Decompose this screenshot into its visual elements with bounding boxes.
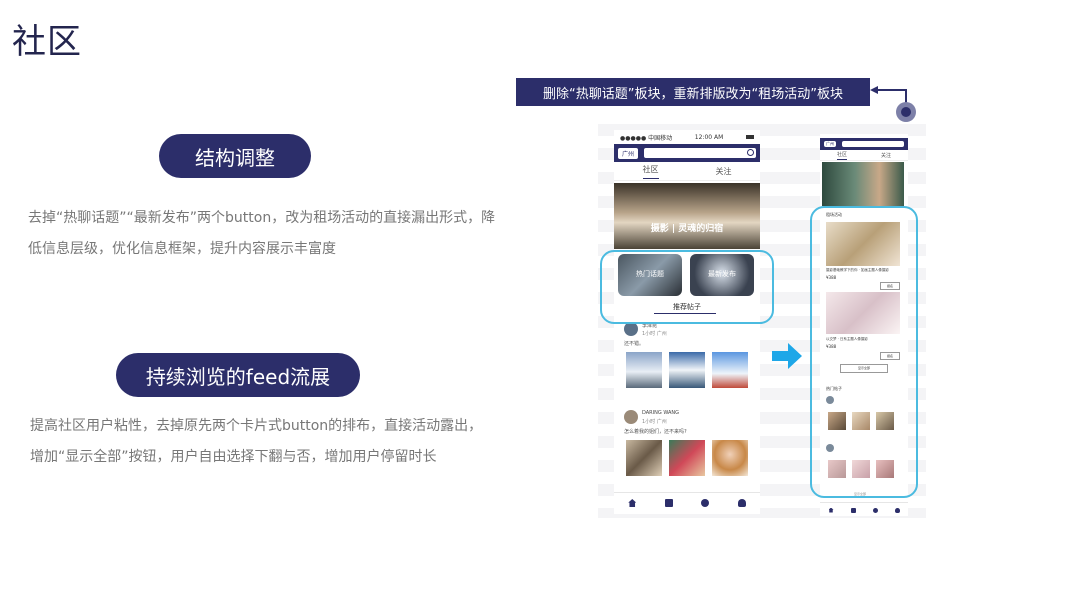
post-image[interactable] [712,440,748,476]
tab-community[interactable]: 社区 [642,164,659,179]
post-image[interactable] [669,352,705,388]
post-image[interactable] [712,352,748,388]
post-meta: 1小时 广州 [642,331,667,337]
arrow-right-icon [772,343,802,369]
chat-icon[interactable] [701,499,710,507]
carrier-label: ●●●●● 中国移动 [620,134,673,142]
tab-community[interactable]: 社区 [836,151,847,160]
tab-follow[interactable]: 关注 [716,166,732,177]
section1-pill: 结构调整 [159,134,311,178]
status-bar: ●●●●● 中国移动 12:00 AM [614,130,760,144]
post-image[interactable] [626,440,662,476]
hero-banner[interactable] [822,162,904,206]
search-bar: 广州 [820,138,908,150]
post-image[interactable] [669,440,705,476]
chat-icon[interactable] [872,507,878,513]
callout-banner: 删除“热聊话题”板块，重新排版改为“租场活动”板块 [516,78,870,106]
section2-desc-line1: 提高社区用户粘性，去掉原先两个卡片式button的排布，直接活动露出， [30,418,483,434]
page-title: 社区 [12,22,82,62]
search-bar: 广州 [614,144,760,162]
tab-follow[interactable]: 关注 [881,152,891,159]
bottom-nav [614,492,760,513]
post-text: 怎么着我的姐们，还不来吗? [624,429,687,435]
tab-bar: 社区 关注 [820,150,908,161]
time-label: 12:00 AM [694,133,724,141]
avatar[interactable] [624,322,638,336]
bottom-nav [820,502,908,516]
image-icon[interactable] [664,499,673,507]
search-icon [747,149,754,156]
location-button[interactable]: 广州 [824,141,836,147]
hero-title: 摄影 | 灵魂的归宿 [650,224,724,234]
search-input[interactable] [644,148,756,158]
section2-desc-line2: 增加“显示全部”按钮，用户自由选择下翻与否，增加用户停留时长 [30,449,437,465]
tab-bar: 社区 关注 [614,162,760,181]
section2-description: 提高社区用户粘性，去掉原先两个卡片式button的排布，直接活动露出， 增加“显… [30,411,530,473]
home-icon[interactable] [628,499,637,507]
section1-desc-line1: 去掉“热聊话题”“最新发布”两个button，改为租场活动的直接漏出形式，降 [28,210,496,226]
post-user-name: DARING WANG [642,410,680,416]
location-button[interactable]: 广州 [618,147,639,159]
profile-icon[interactable] [894,507,900,513]
post-text: 还不错。 [624,341,645,347]
highlight-removed-section [600,250,774,324]
battery-icon [745,135,754,139]
home-icon[interactable] [828,507,834,513]
section1-desc-line2: 低信息层级，优化信息框架，提升内容展示丰富度 [28,241,336,257]
section1-description: 去掉“热聊话题”“最新发布”两个button，改为租场活动的直接漏出形式，降 低… [28,203,528,265]
search-input[interactable] [842,141,904,147]
post-meta: 1小时 广州 [642,419,667,425]
image-icon[interactable] [850,507,856,513]
section2-pill: 持续浏览的feed流展 [116,353,360,397]
hero-banner[interactable]: 摄影 | 灵魂的归宿 [614,183,760,249]
avatar[interactable] [624,410,638,424]
callout-pointer-icon [870,86,916,122]
highlight-new-section [810,206,918,498]
post-image[interactable] [626,352,662,388]
profile-icon[interactable] [737,499,746,507]
